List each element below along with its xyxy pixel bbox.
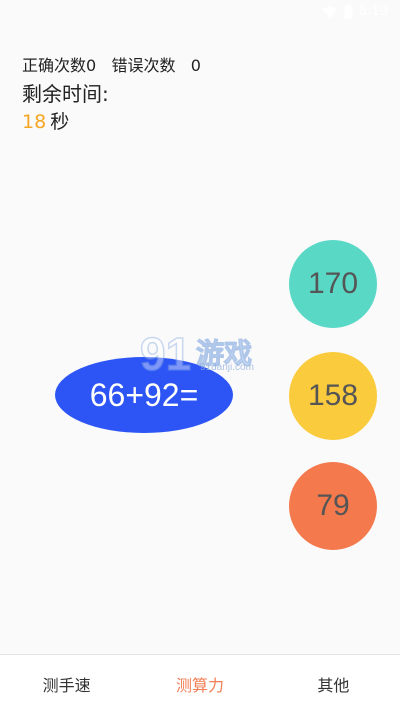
- timer-display: 18 秒: [22, 107, 69, 134]
- wrong-label: 错误次数: [111, 56, 176, 75]
- bottom-tab-bar: 测手速 测算力 其他: [0, 654, 400, 712]
- wrong-count: 0: [190, 56, 201, 75]
- answer-option-3[interactable]: 79: [289, 462, 377, 550]
- timer-unit: 秒: [50, 111, 70, 133]
- status-bar: 8:19: [0, 0, 400, 28]
- battery-icon: [344, 4, 353, 19]
- answer-option-1[interactable]: 170: [289, 240, 377, 328]
- status-icons: 8:19: [322, 4, 388, 19]
- tab-other[interactable]: 其他: [267, 655, 400, 712]
- wifi-icon: [322, 6, 338, 18]
- correct-count: 0: [86, 56, 97, 75]
- watermark-subtext: 91danji.com: [200, 362, 254, 373]
- status-time: 8:19: [358, 4, 388, 19]
- svg-text:91: 91: [140, 328, 191, 380]
- answer-option-2[interactable]: 158: [289, 352, 377, 440]
- tab-calculation-test[interactable]: 测算力: [133, 655, 266, 712]
- score-stats: 正确次数0 错误次数 0: [22, 52, 201, 76]
- remaining-time-label: 剩余时间:: [22, 82, 109, 106]
- timer-value: 18: [22, 111, 47, 133]
- tab-speed-test[interactable]: 测手速: [0, 655, 133, 712]
- correct-label: 正确次数: [22, 56, 87, 75]
